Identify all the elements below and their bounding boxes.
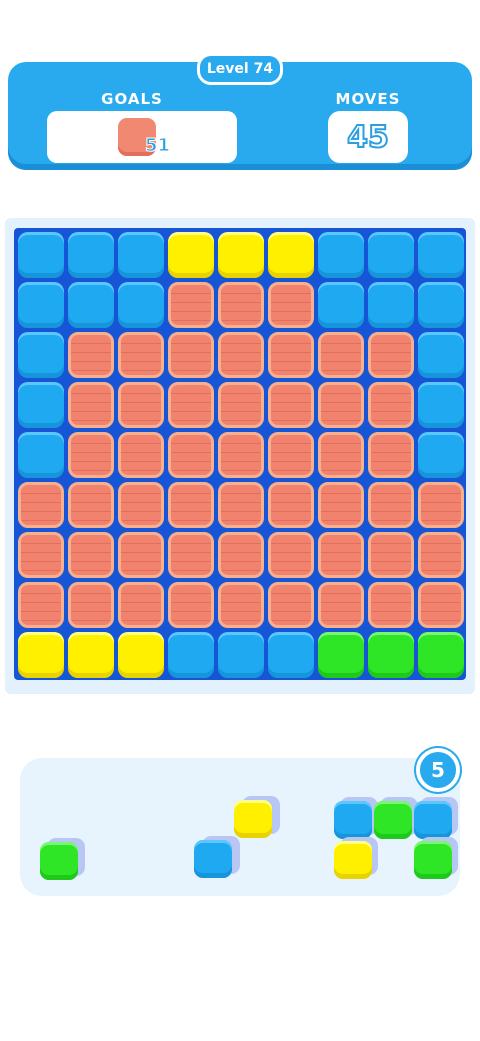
board-cell-yellow[interactable] xyxy=(118,632,164,678)
board-cell-red[interactable] xyxy=(368,532,414,578)
board-cell-red[interactable] xyxy=(168,332,214,378)
goal-panel: 51 xyxy=(47,111,237,163)
board-cell-red[interactable] xyxy=(318,332,364,378)
board-cell-red[interactable] xyxy=(418,482,464,528)
board-cell-red[interactable] xyxy=(168,532,214,578)
board-cell-blue[interactable] xyxy=(418,432,464,478)
board-cell-red[interactable] xyxy=(268,482,314,528)
tray-block-green[interactable] xyxy=(414,841,452,879)
board-cell-red[interactable] xyxy=(118,482,164,528)
board-cell-blue[interactable] xyxy=(418,382,464,428)
board-cell-red[interactable] xyxy=(68,382,114,428)
board-cell-red[interactable] xyxy=(218,282,264,328)
board-cell-red[interactable] xyxy=(268,282,314,328)
board-cell-red[interactable] xyxy=(318,582,364,628)
moves-counter: 45 xyxy=(346,119,390,156)
board-cell-red[interactable] xyxy=(368,332,414,378)
board-cell-red[interactable] xyxy=(18,482,64,528)
board-cell-green[interactable] xyxy=(368,632,414,678)
board-cell-red[interactable] xyxy=(268,432,314,478)
pieces-left-badge: 5 xyxy=(416,748,460,792)
board-cell-blue[interactable] xyxy=(168,632,214,678)
board-cell-red[interactable] xyxy=(418,532,464,578)
board-cell-red[interactable] xyxy=(368,582,414,628)
board-cell-yellow[interactable] xyxy=(168,232,214,278)
board-cell-red[interactable] xyxy=(18,582,64,628)
board-cell-yellow[interactable] xyxy=(218,232,264,278)
board-cell-red[interactable] xyxy=(218,382,264,428)
board-cell-red[interactable] xyxy=(18,532,64,578)
board-cell-green[interactable] xyxy=(318,632,364,678)
tray-block-green[interactable] xyxy=(374,801,412,839)
piece-tray xyxy=(20,758,460,896)
game-board[interactable] xyxy=(14,228,466,680)
board-cell-red[interactable] xyxy=(168,282,214,328)
tray-block-blue[interactable] xyxy=(334,801,372,839)
board-cell-red[interactable] xyxy=(118,582,164,628)
board-cell-red[interactable] xyxy=(68,332,114,378)
tray-block-yellow[interactable] xyxy=(234,800,272,838)
board-cell-green[interactable] xyxy=(418,632,464,678)
board-cell-blue[interactable] xyxy=(368,232,414,278)
board-cell-red[interactable] xyxy=(218,582,264,628)
goal-count: 51 xyxy=(144,135,171,157)
board-cell-red[interactable] xyxy=(418,582,464,628)
board-cell-blue[interactable] xyxy=(218,632,264,678)
board-cell-red[interactable] xyxy=(68,432,114,478)
board-cell-red[interactable] xyxy=(118,432,164,478)
board-cell-red[interactable] xyxy=(118,382,164,428)
board-cell-blue[interactable] xyxy=(18,432,64,478)
board-cell-yellow[interactable] xyxy=(18,632,64,678)
board-cell-red[interactable] xyxy=(118,532,164,578)
board-cell-blue[interactable] xyxy=(18,382,64,428)
tray-block-green[interactable] xyxy=(40,842,78,880)
board-cell-blue[interactable] xyxy=(118,282,164,328)
board-cell-yellow[interactable] xyxy=(68,632,114,678)
board-cell-red[interactable] xyxy=(318,482,364,528)
board-cell-yellow[interactable] xyxy=(268,232,314,278)
board-cell-red[interactable] xyxy=(268,332,314,378)
board-cell-blue[interactable] xyxy=(118,232,164,278)
board-cell-blue[interactable] xyxy=(418,282,464,328)
board-cell-blue[interactable] xyxy=(268,632,314,678)
board-cell-blue[interactable] xyxy=(18,232,64,278)
board-cell-blue[interactable] xyxy=(318,282,364,328)
board-cell-red[interactable] xyxy=(268,582,314,628)
board-cell-red[interactable] xyxy=(68,482,114,528)
moves-label: MOVES xyxy=(335,90,401,108)
board-cell-blue[interactable] xyxy=(68,232,114,278)
board-cell-red[interactable] xyxy=(218,332,264,378)
board-cell-blue[interactable] xyxy=(418,232,464,278)
board-cell-red[interactable] xyxy=(368,482,414,528)
board-cell-red[interactable] xyxy=(318,532,364,578)
board-cell-blue[interactable] xyxy=(68,282,114,328)
board-cell-red[interactable] xyxy=(68,532,114,578)
tray-block-blue[interactable] xyxy=(194,840,232,878)
level-label: Level 74 xyxy=(197,53,283,85)
board-cell-red[interactable] xyxy=(318,382,364,428)
tray-block-blue[interactable] xyxy=(414,801,452,839)
board-cell-red[interactable] xyxy=(168,432,214,478)
board-cell-red[interactable] xyxy=(68,582,114,628)
board-cell-blue[interactable] xyxy=(18,282,64,328)
board-cell-red[interactable] xyxy=(268,532,314,578)
board-cell-blue[interactable] xyxy=(368,282,414,328)
board-cell-red[interactable] xyxy=(168,482,214,528)
board-cell-blue[interactable] xyxy=(418,332,464,378)
board-cell-red[interactable] xyxy=(218,482,264,528)
board-cell-red[interactable] xyxy=(368,432,414,478)
moves-panel: 45 xyxy=(328,111,408,163)
goals-label: GOALS xyxy=(101,90,163,108)
board-cell-red[interactable] xyxy=(168,582,214,628)
board-cell-red[interactable] xyxy=(168,382,214,428)
board-cell-red[interactable] xyxy=(218,532,264,578)
board-cell-red[interactable] xyxy=(368,382,414,428)
board-cell-red[interactable] xyxy=(218,432,264,478)
tray-block-yellow[interactable] xyxy=(334,841,372,879)
board-cell-red[interactable] xyxy=(268,382,314,428)
board-cell-red[interactable] xyxy=(318,432,364,478)
board-cell-blue[interactable] xyxy=(318,232,364,278)
board-cell-red[interactable] xyxy=(118,332,164,378)
board-cell-blue[interactable] xyxy=(18,332,64,378)
